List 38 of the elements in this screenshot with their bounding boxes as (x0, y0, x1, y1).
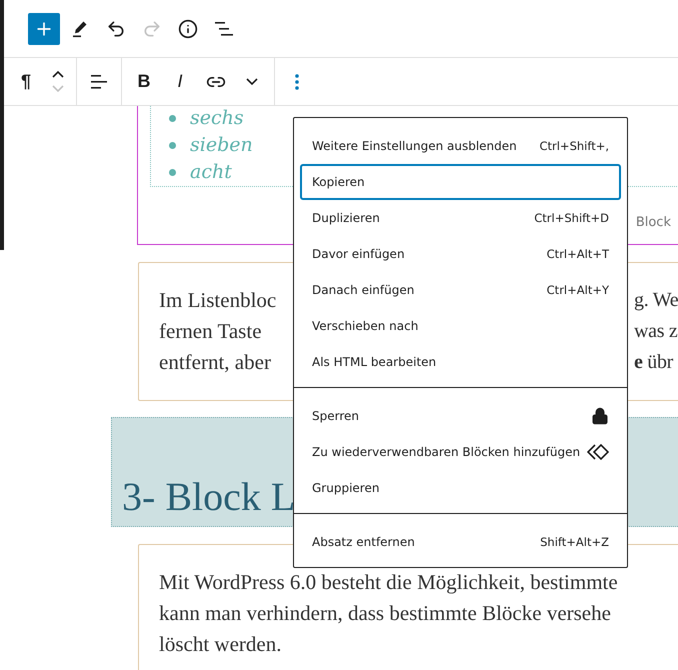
shortcut-text: Shift+Alt+Z (540, 535, 609, 549)
align-icon (89, 74, 109, 90)
shortcut-text: Ctrl+Shift+, (539, 139, 609, 153)
menu-item[interactable]: Kopieren (300, 164, 621, 200)
list-view-icon (213, 20, 235, 38)
paragraph-text: fernen Taste (159, 318, 262, 345)
bullet-icon (169, 169, 176, 176)
info-icon (178, 18, 198, 38)
paragraph-text: e übr (634, 350, 674, 375)
shortcut-text: Ctrl+Shift+D (534, 211, 609, 225)
redo-icon (142, 18, 162, 38)
chevron-icon (246, 78, 258, 85)
paragraph-text: löscht werden. (159, 631, 282, 658)
bold-button[interactable]: B (128, 66, 160, 98)
bullet-icon (169, 115, 176, 122)
reusable-block-icon (587, 444, 609, 460)
lock-icon (591, 407, 609, 425)
block-label: Block (636, 215, 671, 230)
paragraph-type-button[interactable]: ¶ (10, 66, 42, 98)
paragraph-text: entfernt, aber (159, 349, 271, 376)
add-block-button[interactable] (28, 12, 60, 44)
paragraph-text: was z (634, 319, 678, 344)
paragraph-text: g. We (634, 288, 678, 313)
more-icon (295, 74, 299, 90)
heading-text: 3- Block L (122, 473, 296, 520)
paragraph-text: Im Listenbloc (159, 287, 276, 314)
shortcut-text: Ctrl+Alt+Y (546, 283, 609, 297)
list-item: acht (190, 160, 232, 185)
list-item: sieben (190, 133, 253, 158)
undo-icon (106, 18, 126, 38)
paragraph-text: Mit WordPress 6.0 besteht die Möglichkeit, bestimmte (159, 569, 618, 596)
paragraph-text: kann man verhindern, dass bestimmte Blöcke versehe (159, 600, 611, 627)
chevron-up-icon (52, 71, 64, 78)
list-item: sechs (190, 106, 244, 131)
italic-button[interactable]: I (164, 66, 196, 98)
shortcut-text: Ctrl+Alt+T (546, 247, 609, 261)
chevron-down-icon (52, 85, 64, 92)
bullet-icon (169, 142, 176, 149)
